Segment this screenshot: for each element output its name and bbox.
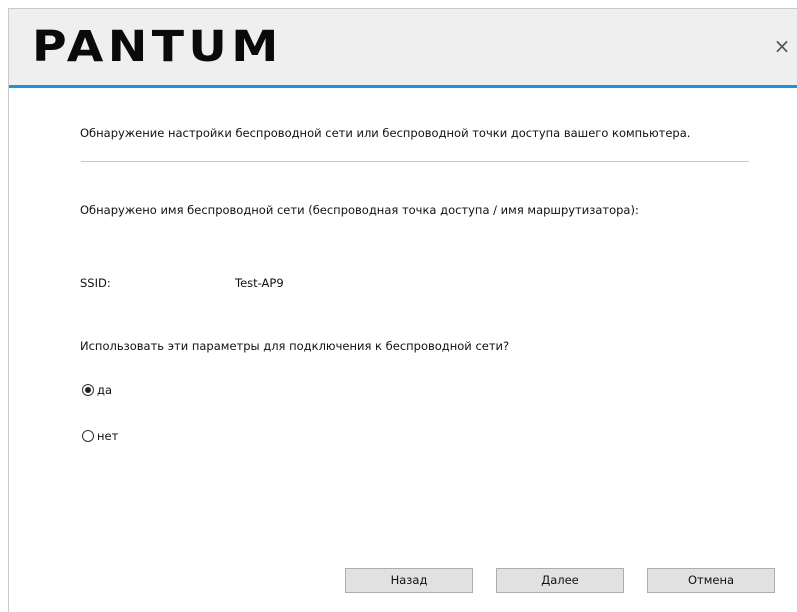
dialog-header: PANTUM × (9, 9, 797, 85)
ssid-label: SSID: (80, 276, 111, 290)
radio-yes-label: да (97, 383, 112, 397)
pantum-logo: PANTUM (32, 22, 283, 72)
ssid-value: Test-AP9 (235, 276, 284, 290)
setup-dialog: PANTUM × Обнаружение настройки беспровод… (8, 8, 797, 612)
cancel-button[interactable]: Отмена (647, 568, 775, 593)
radio-no[interactable]: нет (82, 428, 118, 444)
use-settings-question: Использовать эти параметры для подключен… (80, 339, 510, 353)
back-button[interactable]: Назад (345, 568, 473, 593)
radio-yes-button[interactable] (82, 384, 94, 396)
next-button[interactable]: Далее (496, 568, 624, 593)
header-accent-line (9, 85, 797, 88)
radio-no-label: нет (97, 429, 119, 443)
found-network-text: Обнаружено имя беспроводной сети (беспро… (80, 203, 639, 217)
divider (81, 161, 749, 162)
radio-no-button[interactable] (82, 430, 94, 442)
radio-yes[interactable]: да (82, 382, 112, 398)
detect-text: Обнаружение настройки беспроводной сети … (80, 126, 691, 140)
close-icon[interactable]: × (772, 35, 792, 57)
